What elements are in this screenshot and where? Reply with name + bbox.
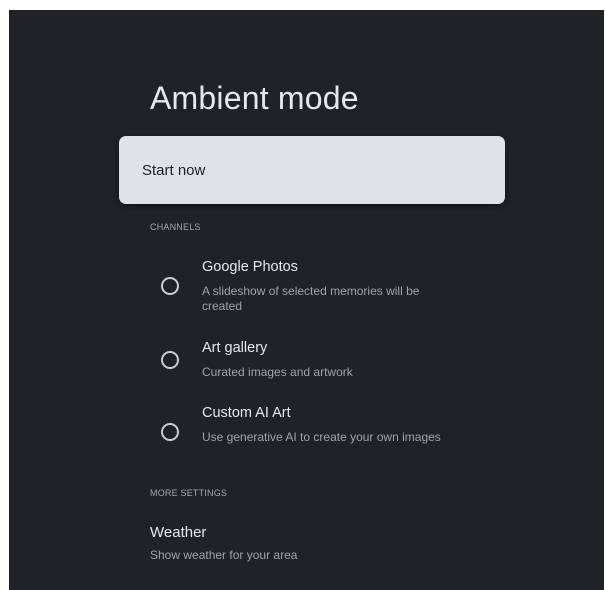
channel-art-gallery[interactable]: Art gallery Curated images and artwork [150, 340, 470, 385]
setting-description: Show weather for your area [150, 548, 298, 562]
channel-description: Curated images and artwork [202, 365, 353, 379]
channel-description: A slideshow of selected memories will be… [202, 284, 420, 313]
setting-weather[interactable]: Weather Show weather for your area [150, 524, 470, 562]
page-title: Ambient mode [150, 80, 359, 116]
ambient-mode-screen: Ambient mode Start now CHANNELS Google P… [9, 10, 604, 590]
radio-button-icon[interactable] [161, 423, 179, 441]
channel-title: Custom AI Art [202, 405, 291, 421]
setting-title: Weather [150, 524, 207, 541]
channel-google-photos[interactable]: Google Photos A slideshow of selected me… [150, 259, 470, 319]
channels-section-header: CHANNELS [150, 222, 201, 232]
channel-custom-ai-art[interactable]: Custom AI Art Use generative AI to creat… [150, 405, 470, 465]
channel-title: Art gallery [202, 340, 268, 356]
channel-title: Google Photos [202, 259, 298, 275]
start-now-label: Start now [142, 161, 206, 179]
more-settings-section-header: MORE SETTINGS [150, 488, 228, 498]
start-now-button[interactable]: Start now [119, 136, 505, 204]
radio-button-icon[interactable] [161, 351, 179, 369]
channel-description: Use generative AI to create your own ima… [202, 430, 441, 444]
radio-button-icon[interactable] [161, 277, 179, 295]
